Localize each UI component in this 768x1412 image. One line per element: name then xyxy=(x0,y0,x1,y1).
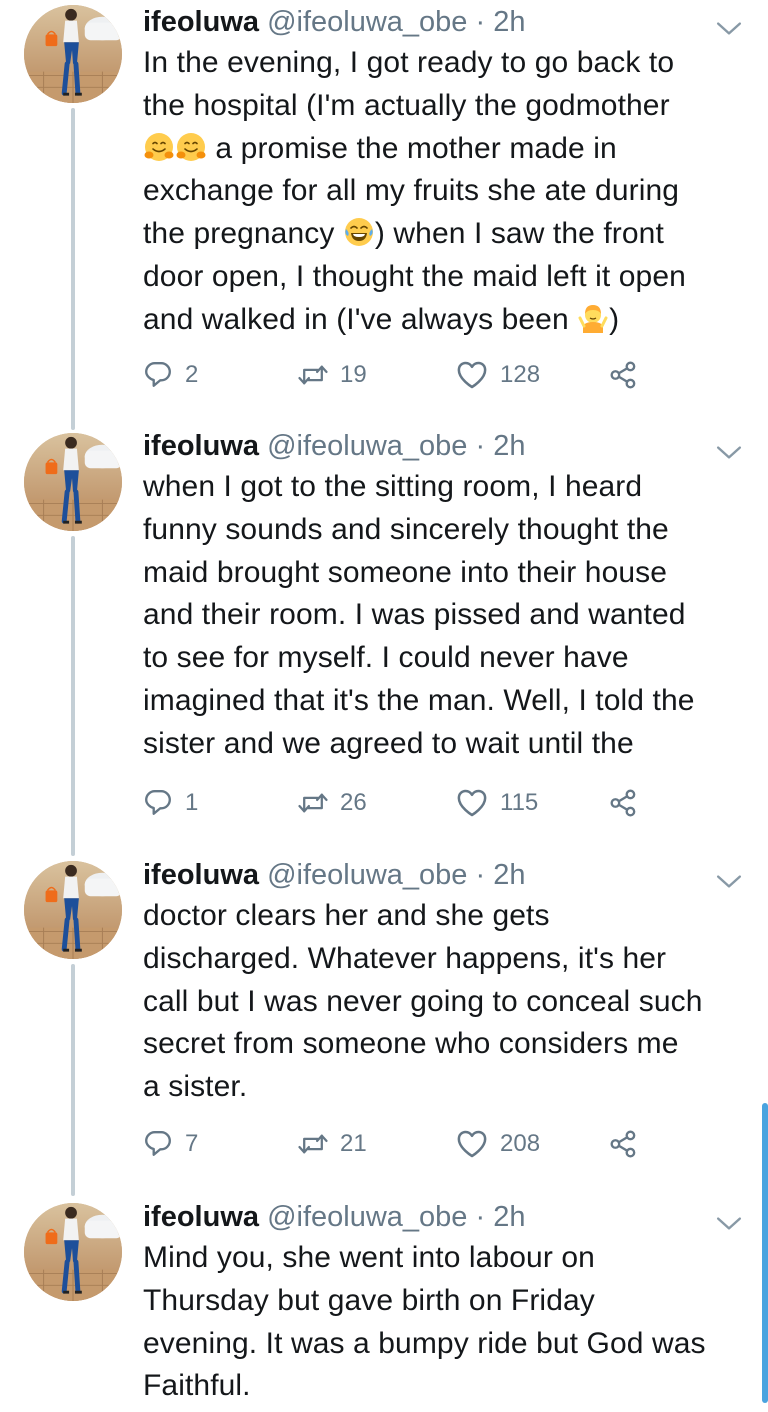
scroll-indicator[interactable] xyxy=(762,1103,768,1403)
share-button[interactable] xyxy=(609,1124,639,1164)
separator-dot: · xyxy=(475,6,486,38)
tweet-content: ifeoluwa @ifeoluwa_obe · 2h when I got to… xyxy=(143,426,748,766)
user-handle[interactable]: @ifeoluwa_obe xyxy=(267,1201,467,1233)
tweet-text: Mind you, she went into labour on Thursd… xyxy=(143,1237,748,1408)
share-button[interactable] xyxy=(609,783,639,823)
share-icon xyxy=(609,360,639,390)
replie-count: 1 xyxy=(185,789,199,816)
separator-dot: · xyxy=(475,430,486,462)
tweet-header: ifeoluwa @ifeoluwa_obe · 2h xyxy=(143,855,748,895)
display-name[interactable]: ifeoluwa xyxy=(143,430,259,462)
reply-button[interactable]: 2 xyxy=(143,355,198,395)
retweet-button[interactable]: 26 xyxy=(298,783,367,823)
tweet-text: when I got to the sitting room, I heard … xyxy=(143,466,748,766)
thread-line xyxy=(71,964,75,1196)
avatar[interactable] xyxy=(24,433,122,531)
display-name[interactable]: ifeoluwa xyxy=(143,859,259,891)
tweet-text-segment: when I got to the sitting room, I heard … xyxy=(143,470,695,760)
share-icon xyxy=(609,788,639,818)
like-icon xyxy=(456,787,488,819)
timestamp[interactable]: 2h xyxy=(493,859,525,891)
tweet-content: ifeoluwa @ifeoluwa_obe · 2h doctor clears… xyxy=(143,855,748,1109)
retweet-count: 26 xyxy=(340,789,367,816)
tweet-header: ifeoluwa @ifeoluwa_obe · 2h xyxy=(143,2,748,42)
display-name[interactable]: ifeoluwa xyxy=(143,6,259,38)
retweet-icon xyxy=(298,360,328,390)
tweet-text: doctor clears her and she gets discharge… xyxy=(143,895,748,1109)
reply-button[interactable]: 7 xyxy=(143,1124,198,1164)
like-count: 208 xyxy=(500,1130,541,1157)
tweet-actions: 2 19 128 xyxy=(143,355,663,395)
tweet-text-segment: Mind you, she went into labour on Thursd… xyxy=(143,1241,706,1403)
display-name[interactable]: ifeoluwa xyxy=(143,1201,259,1233)
chevron-down-icon[interactable] xyxy=(716,10,742,35)
tweet-text: In the evening, I got ready to go back t… xyxy=(143,42,748,342)
share-icon xyxy=(609,1129,639,1159)
avatar[interactable] xyxy=(24,861,122,959)
chevron-down-icon[interactable] xyxy=(716,1205,742,1230)
like-icon xyxy=(456,359,488,391)
retweet-icon xyxy=(298,1129,328,1159)
avatar-photo xyxy=(24,5,122,103)
avatar[interactable] xyxy=(24,1203,122,1301)
retweet-count: 19 xyxy=(340,361,367,388)
user-handle[interactable]: @ifeoluwa_obe xyxy=(267,430,467,462)
reply-icon xyxy=(143,788,173,818)
like-icon xyxy=(456,1128,488,1160)
like-count: 128 xyxy=(500,361,541,388)
retweet-button[interactable]: 21 xyxy=(298,1124,367,1164)
reply-icon xyxy=(143,1129,173,1159)
retweet-count: 21 xyxy=(340,1130,367,1157)
separator-dot: · xyxy=(475,859,486,891)
reply-icon xyxy=(143,360,173,390)
shrug-emoji-icon xyxy=(577,302,609,334)
thread-line xyxy=(71,536,75,856)
tweet-text-segment: ) xyxy=(609,302,620,336)
tweet-header: ifeoluwa @ifeoluwa_obe · 2h xyxy=(143,1197,748,1237)
like-button[interactable]: 208 xyxy=(456,1124,540,1164)
user-handle[interactable]: @ifeoluwa_obe xyxy=(267,6,467,38)
tweet-content: ifeoluwa @ifeoluwa_obe · 2h In the evenin… xyxy=(143,2,748,342)
timestamp[interactable]: 2h xyxy=(493,430,525,462)
tweet-actions: 1 26 115 xyxy=(143,783,663,823)
hugging-face-emoji-icon xyxy=(175,131,207,163)
timestamp[interactable]: 2h xyxy=(493,1201,525,1233)
tweet-content: ifeoluwa @ifeoluwa_obe · 2h Mind you, she… xyxy=(143,1197,748,1408)
replie-count: 2 xyxy=(185,361,199,388)
avatar-photo xyxy=(24,433,122,531)
tweet-text-segment: doctor clears her and she gets discharge… xyxy=(143,899,703,1104)
tweet-actions: 7 21 208 xyxy=(143,1124,663,1164)
avatar-photo xyxy=(24,861,122,959)
reply-button[interactable]: 1 xyxy=(143,783,198,823)
share-button[interactable] xyxy=(609,355,639,395)
tweet-header: ifeoluwa @ifeoluwa_obe · 2h xyxy=(143,426,748,466)
tweet-text-segment: In the evening, I got ready to go back t… xyxy=(143,46,675,122)
like-button[interactable]: 128 xyxy=(456,355,540,395)
like-count: 115 xyxy=(500,789,539,816)
avatar[interactable] xyxy=(24,5,122,103)
retweet-icon xyxy=(298,788,328,818)
separator-dot: · xyxy=(475,1201,486,1233)
timestamp[interactable]: 2h xyxy=(493,6,525,38)
retweet-button[interactable]: 19 xyxy=(298,355,367,395)
user-handle[interactable]: @ifeoluwa_obe xyxy=(267,859,467,891)
avatar-photo xyxy=(24,1203,122,1301)
thread-line xyxy=(71,108,75,430)
chevron-down-icon[interactable] xyxy=(716,863,742,888)
chevron-down-icon[interactable] xyxy=(716,434,742,459)
replie-count: 7 xyxy=(185,1130,199,1157)
tears-of-joy-emoji-icon xyxy=(343,216,375,248)
like-button[interactable]: 115 xyxy=(456,783,538,823)
hugging-face-emoji-icon xyxy=(143,131,175,163)
